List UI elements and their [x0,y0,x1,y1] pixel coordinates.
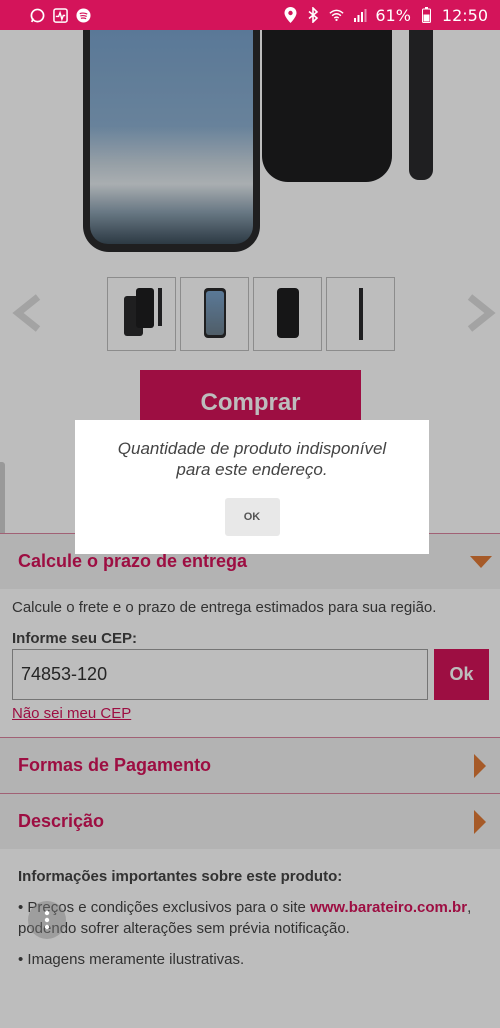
alert-dialog: Quantidade de produto indisponível para … [75,420,429,554]
status-bar-right: 61% 12:50 [283,6,488,25]
bluetooth-icon [306,7,321,23]
dialog-message: Quantidade de produto indisponível para … [117,439,387,479]
status-bar: 61% 12:50 [0,0,500,30]
battery-icon [419,7,434,23]
wifi-icon [329,8,344,23]
whatsapp-icon [30,8,45,23]
status-bar-left [30,7,91,23]
dialog-ok-button[interactable]: OK [224,498,280,536]
signal-icon [352,8,367,23]
clock: 12:50 [441,5,488,25]
location-icon [283,7,298,23]
more-vert-icon[interactable] [28,901,66,939]
spotify-icon [76,7,91,23]
activity-icon [53,7,68,23]
battery-percent: 61% [375,5,411,25]
